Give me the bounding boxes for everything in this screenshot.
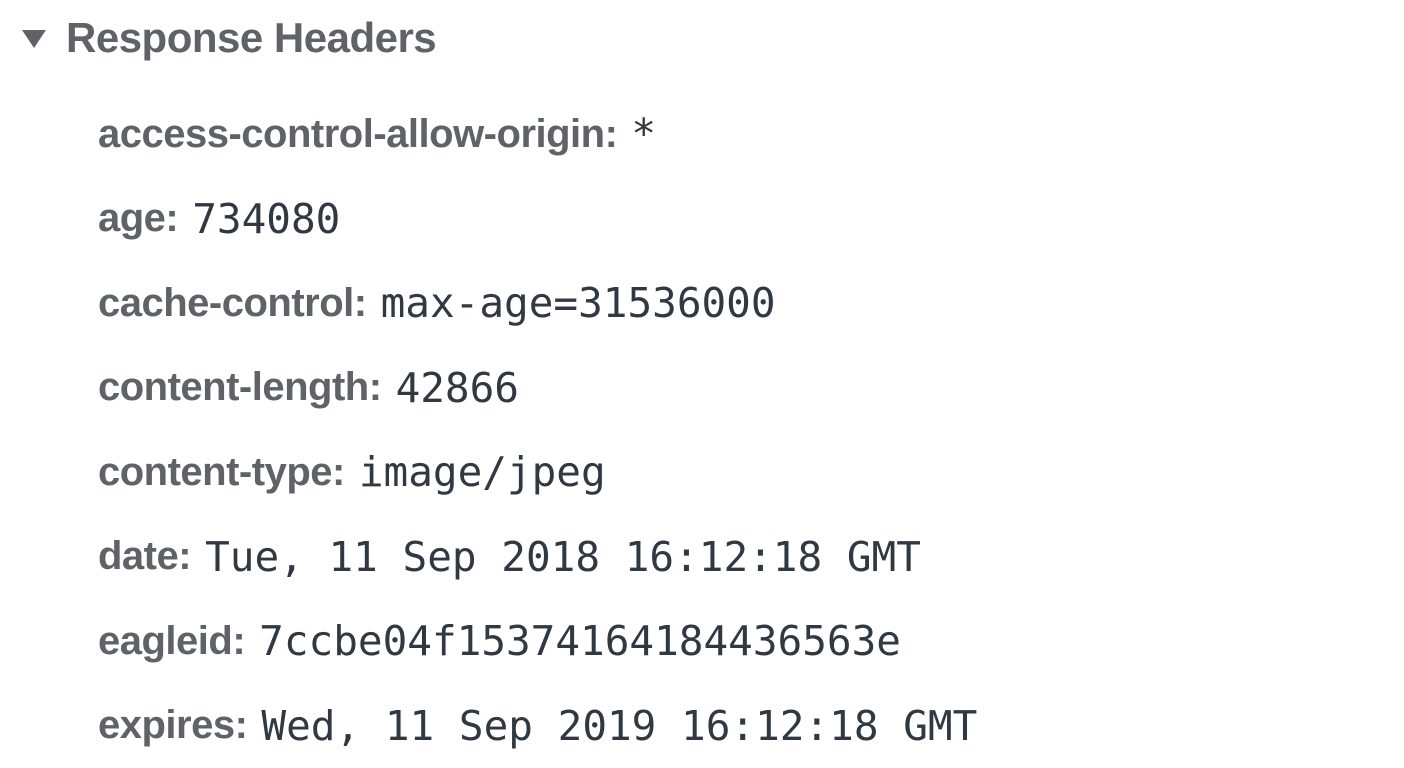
header-row: eagleid: 7ccbe04f15374164184436563e: [98, 599, 977, 684]
header-list: access-control-allow-origin: * age: 7340…: [98, 92, 977, 768]
header-row: access-control-allow-origin: *: [98, 92, 977, 177]
header-value: Wed, 11 Sep 2019 16:12:18 GMT: [261, 701, 978, 750]
section-title: Response Headers: [66, 14, 437, 61]
header-value: 42866: [395, 363, 519, 412]
header-value: 7ccbe04f15374164184436563e: [259, 617, 901, 666]
header-name: expires:: [98, 703, 248, 748]
header-value: *: [631, 110, 657, 159]
header-name: date:: [98, 534, 192, 579]
header-row: cache-control: max-age=31536000: [98, 261, 977, 346]
header-name: content-length:: [98, 365, 382, 410]
header-value: image/jpeg: [358, 448, 606, 497]
header-row: content-length: 42866: [98, 346, 977, 431]
header-name: content-type:: [98, 449, 345, 494]
header-row: expires: Wed, 11 Sep 2019 16:12:18 GMT: [98, 684, 977, 768]
header-name: age:: [98, 196, 179, 241]
header-name: cache-control:: [98, 280, 367, 325]
header-value: 734080: [192, 194, 341, 243]
header-name: eagleid:: [98, 618, 246, 663]
header-row: age: 734080: [98, 177, 977, 262]
triangle-down-icon[interactable]: [22, 30, 46, 48]
header-name: access-control-allow-origin:: [98, 111, 618, 156]
header-value: max-age=31536000: [380, 279, 776, 328]
response-headers-toggle[interactable]: Response Headers: [22, 10, 437, 66]
response-headers-section: Response Headers access-control-allow-or…: [0, 0, 1404, 768]
header-value: Tue, 11 Sep 2018 16:12:18 GMT: [205, 532, 921, 581]
header-row: date: Tue, 11 Sep 2018 16:12:18 GMT: [98, 515, 977, 600]
header-row: content-type: image/jpeg: [98, 430, 977, 515]
